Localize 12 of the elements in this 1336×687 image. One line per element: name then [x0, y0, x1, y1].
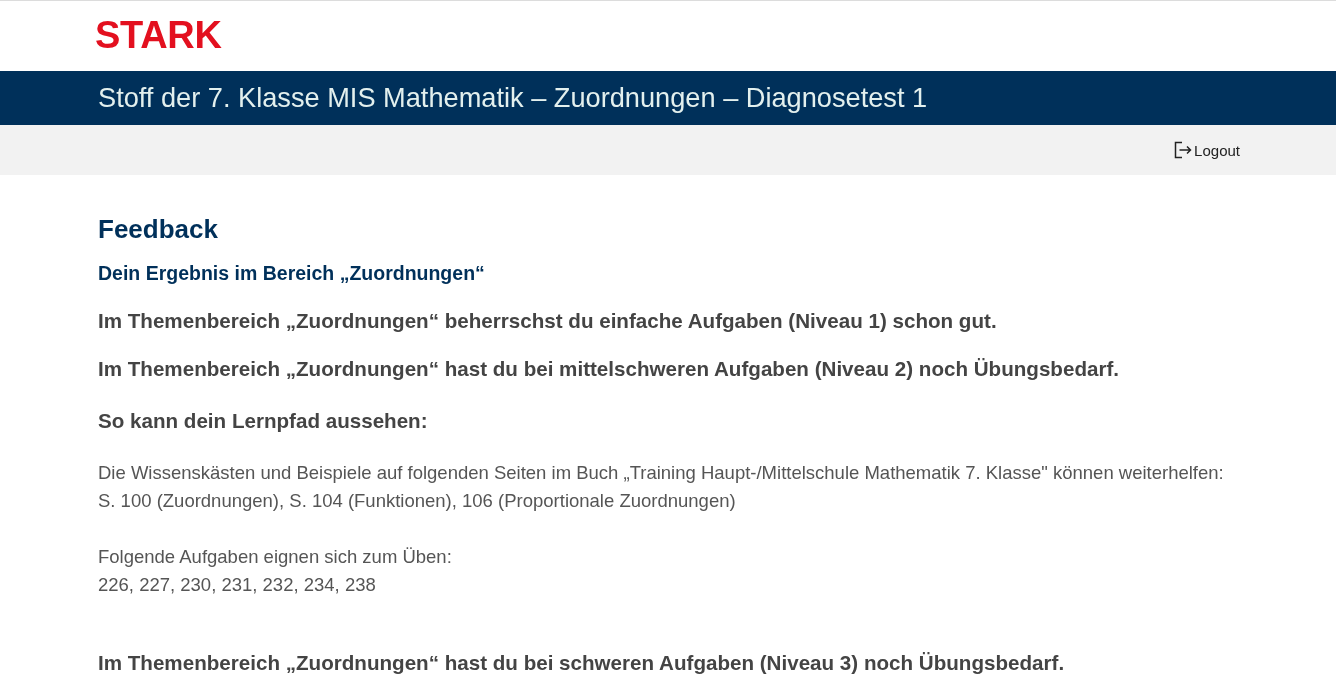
- recommendation-text: Die Wissenskästen und Beispiele auf folgenden Seiten im Buch „Training Haupt-/Mittelschule Mathematik 7. Klasse" können weiterhelfen: S. 100 (Zuordnungen), S. 104 (Funktionen), 106 (Proportionale Zuordnungen): [98, 461, 1225, 513]
- result-statement: Im Themenbereich „Zuordnungen“ hast du bei schweren Aufgaben (Niveau 3) noch Übungsbedarf.: [98, 650, 1066, 676]
- result-statement: Im Themenbereich „Zuordnungen“ hast du bei mittelschweren Aufgaben (Niveau 2) noch Übungsbedarf.: [98, 356, 1121, 382]
- result-subheading: Dein Ergebnis im Bereich „Zuordnungen“: [98, 261, 486, 286]
- result-statement: Im Themenbereich „Zuordnungen“ beherrschst du einfache Aufgaben (Niveau 1) schon gut.: [98, 308, 998, 334]
- page-title: Stoff der 7. Klasse MIS Mathematik – Zuordnungen – Diagnosetest 1: [98, 81, 928, 115]
- learning-path-label: So kann dein Lernpfad aussehen:: [98, 408, 429, 434]
- logo[interactable]: STARK: [95, 16, 222, 54]
- logout-icon: [1174, 141, 1193, 159]
- logout-button[interactable]: Logout: [1174, 141, 1240, 159]
- feedback-heading: Feedback: [98, 213, 219, 246]
- recommendation-text: Folgende Aufgaben eignen sich zum Üben: 226, 227, 230, 231, 232, 234, 238: [98, 545, 453, 597]
